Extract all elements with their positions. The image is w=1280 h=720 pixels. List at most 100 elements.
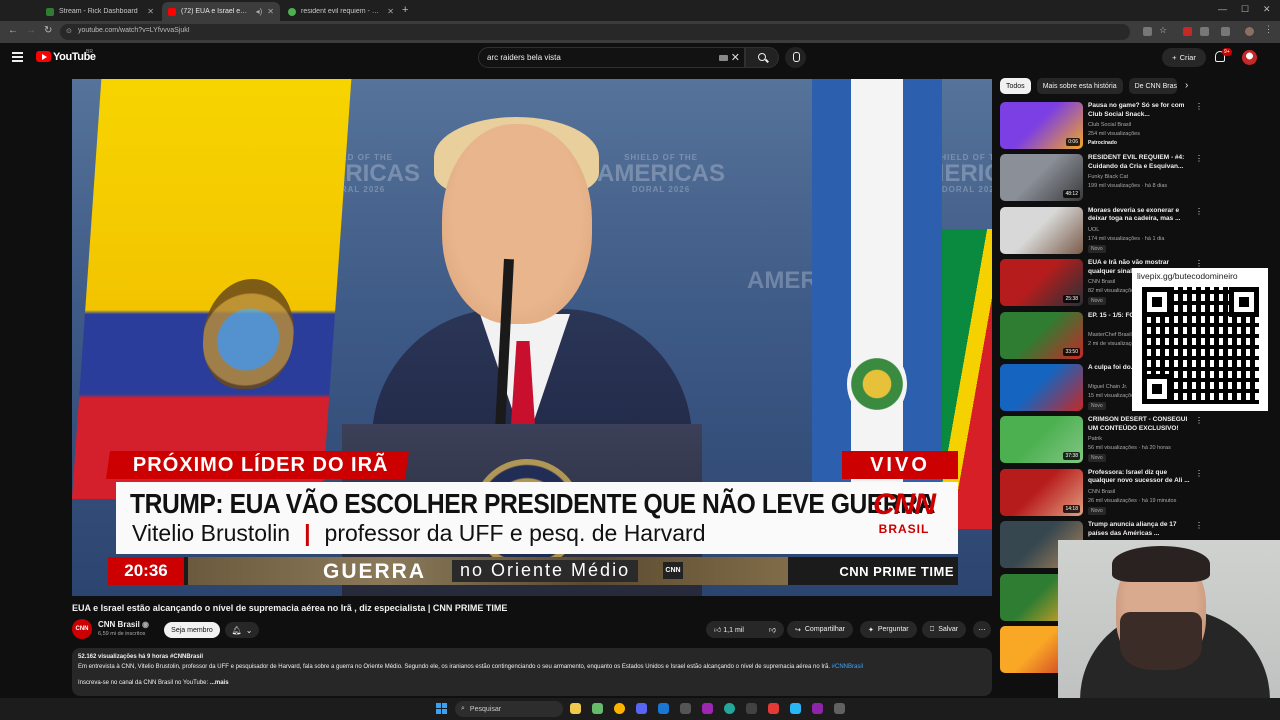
channel-avatar[interactable]: CNN	[72, 619, 92, 639]
chip-from-channel[interactable]: De CNN Brasil	[1128, 78, 1177, 94]
search-input[interactable]: arc raiders bela vista ✕	[478, 47, 745, 68]
save-button[interactable]: ⎕ Salvar	[922, 621, 967, 638]
account-avatar[interactable]	[1242, 50, 1257, 65]
back-icon[interactable]: ←	[8, 25, 18, 36]
minimize-icon[interactable]: —	[1218, 4, 1227, 14]
more-options-icon[interactable]: ⋮	[1195, 259, 1203, 268]
channel-name[interactable]: CNN Brasil ◉	[98, 620, 149, 629]
dislike-button[interactable]: 👎︎	[769, 625, 776, 634]
browser-tab[interactable]: resident evil requiem - Pesquisa ✕	[282, 2, 400, 21]
create-button[interactable]: + Criar	[1162, 48, 1206, 67]
video-thumbnail[interactable]	[1000, 364, 1083, 411]
video-thumbnail[interactable]: 14:18	[1000, 468, 1083, 516]
bookmark-star-icon[interactable]: ☆	[1159, 25, 1168, 35]
streamer-hair	[1112, 546, 1210, 582]
app-icon[interactable]	[680, 703, 691, 714]
maximize-icon[interactable]: ☐	[1241, 4, 1249, 15]
subscribed-bell-button[interactable]: 🔔︎ ⌄	[225, 622, 259, 638]
share-button[interactable]: ↪ Compartilhar	[787, 621, 853, 638]
ask-button[interactable]: ✦ Perguntar	[860, 621, 917, 638]
extension-icon[interactable]	[1183, 27, 1192, 36]
cast-icon[interactable]	[1143, 27, 1152, 36]
hamburger-menu-icon[interactable]	[12, 52, 23, 62]
video-player[interactable]: SHIELD OF THE AMERICAS DORAL 2026 SHIELD O…	[72, 79, 992, 596]
more-actions-button[interactable]: ⋯	[973, 621, 991, 638]
site-info-icon[interactable]: ⊙	[66, 27, 72, 35]
webcam-overlay	[1058, 540, 1280, 700]
close-window-icon[interactable]: ✕	[1263, 4, 1271, 15]
app-icon[interactable]	[790, 703, 801, 714]
browser-tab-active[interactable]: (72) EUA e Israel estão alca ◂) ✕	[162, 2, 280, 21]
chip-all[interactable]: Todos	[1000, 78, 1031, 94]
extensions-puzzle-icon[interactable]	[1221, 27, 1230, 36]
tab-close-icon[interactable]: ✕	[147, 7, 154, 16]
video-thumbnail[interactable]: 0:06	[1000, 102, 1083, 149]
taskbar-search[interactable]: ⌕ Pesquisar	[455, 701, 563, 717]
tab-title: (72) EUA e Israel estão alca	[181, 8, 251, 15]
reload-icon[interactable]: ↻	[44, 25, 52, 36]
recommended-video[interactable]: 48:12 RESIDENT EVIL REQUIEM - #4: Cuidand…	[1000, 154, 1203, 204]
menu-kebab-icon[interactable]: ⋮	[1264, 24, 1273, 34]
address-bar[interactable]: ⊙ youtube.com/watch?v=LYfvvvaSjukI	[60, 24, 1130, 40]
more-options-icon[interactable]: ⋮	[1195, 416, 1203, 425]
like-button[interactable]: 👍︎ 1,1 mil	[714, 625, 744, 634]
extension-icon[interactable]	[1200, 27, 1209, 36]
more-options-icon[interactable]: ⋮	[1195, 207, 1203, 216]
thumbs-down-icon: 👎︎	[768, 627, 776, 634]
clear-search-icon[interactable]: ✕	[731, 51, 740, 64]
streamer-beard	[1120, 612, 1202, 670]
show-more-link[interactable]: ...mais	[210, 680, 229, 686]
chevron-right-icon[interactable]: ›	[1185, 80, 1188, 91]
create-label: Criar	[1179, 53, 1196, 62]
more-options-icon[interactable]: ⋮	[1195, 102, 1203, 111]
video-thumbnail[interactable]: 25:38	[1000, 259, 1083, 307]
join-button[interactable]: Seja membro	[164, 622, 220, 638]
app-icon[interactable]	[592, 703, 603, 714]
tab-favicon-icon	[168, 7, 176, 16]
search-query[interactable]: arc raiders bela vista	[487, 53, 561, 62]
video-badge: Patrocinado	[1088, 140, 1117, 146]
url-text[interactable]: youtube.com/watch?v=LYfvvvaSjukI	[78, 27, 190, 34]
keyboard-icon[interactable]	[719, 55, 728, 61]
app-icon[interactable]	[834, 703, 845, 714]
channel-name: UOL	[1088, 226, 1100, 233]
search-button[interactable]	[745, 47, 779, 68]
tab-close-icon[interactable]: ✕	[267, 7, 274, 16]
description-stats: 52.162 visualizações há 9 horas #CNNBras…	[78, 654, 204, 660]
new-tab-button[interactable]: +	[402, 4, 408, 16]
windows-start-icon[interactable]	[436, 703, 447, 714]
chip-more-story[interactable]: Mais sobre esta história	[1036, 78, 1123, 94]
app-icon[interactable]	[724, 703, 735, 714]
more-options-icon[interactable]: ⋮	[1195, 469, 1203, 478]
share-label: Compartilhar	[804, 626, 845, 633]
description-box[interactable]: 52.162 visualizações há 9 horas #CNNBras…	[72, 648, 992, 696]
tab-audio-icon[interactable]: ◂)	[256, 7, 263, 16]
recommended-video[interactable]: 0:06 Pausa no game? Só se for com Club So…	[1000, 102, 1203, 152]
video-thumbnail[interactable]	[1000, 206, 1083, 254]
video-meta: 199 mil visualizações · há 8 dias	[1088, 183, 1168, 190]
notification-count-badge: 9+	[1222, 48, 1232, 56]
video-thumbnail[interactable]: 48:12	[1000, 154, 1083, 202]
app-icon[interactable]	[702, 703, 713, 714]
video-thumbnail[interactable]: 33:50	[1000, 311, 1083, 359]
app-icon[interactable]	[812, 703, 823, 714]
recommended-video[interactable]: 14:18 Professora: Israel diz que qualquer…	[1000, 468, 1203, 519]
voice-search-button[interactable]	[785, 47, 806, 68]
profile-icon[interactable]	[1245, 27, 1254, 36]
recommended-video[interactable]: 37:38 CRIMSON DESERT - CONSEGUI UM CONTEÚ…	[1000, 416, 1203, 466]
hashtag-link[interactable]: #CNNBrasil	[832, 664, 863, 670]
recommended-video[interactable]: Moraes deveria se exonerar e deixar toga…	[1000, 206, 1203, 257]
youtube-logo-icon[interactable]	[36, 51, 51, 62]
more-options-icon[interactable]: ⋮	[1195, 154, 1203, 163]
app-icon[interactable]	[658, 703, 669, 714]
discord-icon[interactable]	[636, 703, 647, 714]
video-thumbnail[interactable]: 37:38	[1000, 416, 1083, 464]
obs-icon[interactable]	[746, 703, 757, 714]
tab-close-icon[interactable]: ✕	[387, 7, 394, 16]
forward-icon[interactable]: →	[26, 25, 36, 36]
browser-tab[interactable]: Stream - Rick Dashboard ✕	[40, 2, 160, 21]
chrome-icon[interactable]	[614, 703, 625, 714]
file-explorer-icon[interactable]	[570, 703, 581, 714]
more-options-icon[interactable]: ⋮	[1195, 521, 1203, 530]
app-icon[interactable]	[768, 703, 779, 714]
